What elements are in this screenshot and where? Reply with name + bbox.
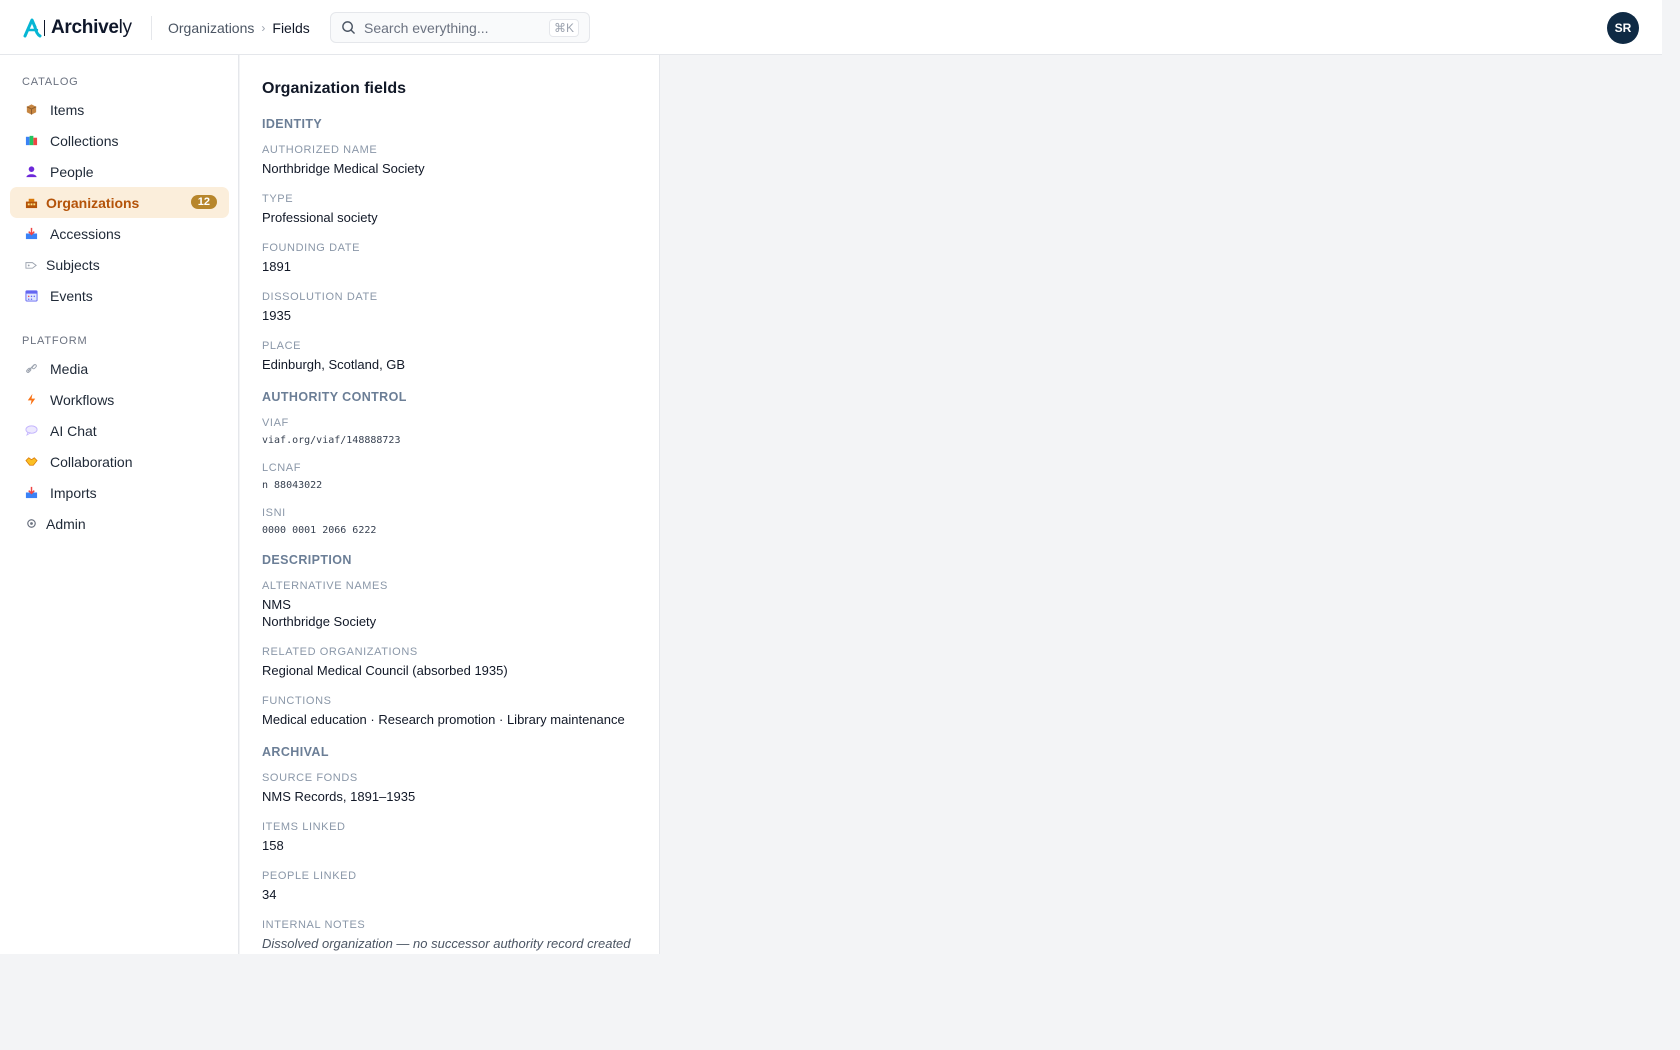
field-value-related-organizations: Regional Medical Council (absorbed 1935): [262, 663, 508, 678]
field-label-place: PLACE: [262, 340, 302, 352]
person-icon: [24, 165, 38, 179]
sidebar-item-label: Items: [50, 101, 85, 118]
field-label-founding-date: FOUNDING DATE: [262, 242, 361, 254]
field-label-alternative-names: ALTERNATIVE NAMES: [262, 580, 388, 592]
field-label-functions: FUNCTIONS: [262, 695, 332, 707]
sidebar-item-events[interactable]: Events: [10, 280, 229, 311]
field-label-items-linked: ITEMS LINKED: [262, 821, 346, 833]
building-icon: [24, 196, 38, 210]
panel-title: Organization fields: [262, 80, 407, 97]
inbox-tray-icon: [24, 486, 38, 500]
field-value-founding-date: 1891: [262, 259, 291, 274]
field-value-functions: Medical education · Research promotion ·…: [262, 712, 625, 727]
tag-icon: [24, 258, 38, 272]
field-label-internal-notes: INTERNAL NOTES: [262, 919, 366, 931]
field-value-source-fonds: NMS Records, 1891–1935: [262, 789, 416, 804]
field-label-viaf: VIAF: [262, 417, 289, 429]
sidebar-item-subjects[interactable]: Subjects: [10, 249, 229, 280]
field-value-type: Professional society: [262, 210, 378, 225]
books-icon: [24, 134, 38, 148]
sidebar-item-label: Accessions: [50, 225, 121, 242]
package-icon: [24, 103, 38, 117]
organization-fields-panel: Organization fields IDENTITY AUTHORIZED …: [240, 55, 660, 954]
field-value-dissolution-date: 1935: [262, 308, 291, 323]
section-archival-title: ARCHIVAL: [262, 745, 329, 759]
bolt-icon: [24, 393, 38, 407]
field-label-lcnaf: LCNAF: [262, 462, 302, 474]
organizations-count-badge: 12: [190, 195, 217, 209]
sidebar-item-label: Collaboration: [50, 453, 133, 470]
field-value-people-linked: 34: [262, 887, 277, 902]
user-avatar[interactable]: SR: [1607, 12, 1639, 44]
brand-logo[interactable]: Archively: [22, 16, 132, 40]
search-shortcut-hint: ⌘K: [548, 18, 579, 37]
logo-divider: [44, 20, 45, 36]
search-icon: [342, 21, 355, 34]
breadcrumb: Organizations › Fields: [168, 20, 310, 36]
inbox-icon: [24, 227, 38, 241]
sidebar-item-label: Workflows: [50, 391, 115, 408]
sidebar-item-media[interactable]: Media: [10, 353, 229, 384]
field-label-dissolution-date: DISSOLUTION DATE: [262, 291, 378, 303]
sidebar-section-catalog: CATALOG: [22, 76, 79, 88]
field-label-type: TYPE: [262, 193, 294, 205]
breadcrumb-separator: ›: [261, 21, 266, 35]
sidebar-item-ai-chat[interactable]: AI Chat: [10, 415, 229, 446]
sidebar-item-imports[interactable]: Imports: [10, 477, 229, 508]
sidebar-item-label: Collections: [50, 132, 119, 149]
section-description-title: DESCRIPTION: [262, 553, 352, 567]
search-input[interactable]: [364, 19, 549, 36]
brand-name-bold: Archive: [51, 17, 119, 38]
field-label-isni: ISNI: [262, 507, 286, 519]
page-background: [0, 954, 1680, 1050]
sidebar-item-label: Admin: [46, 515, 86, 532]
sidebar-item-label: Organizations: [46, 194, 140, 211]
sidebar-item-organizations[interactable]: Organizations 12: [10, 187, 229, 218]
archively-logo-icon: [23, 18, 42, 38]
sidebar-item-accessions[interactable]: Accessions: [10, 218, 229, 249]
sidebar-item-label: AI Chat: [50, 422, 97, 439]
field-value-isni: 0000 0001 2066 6222: [262, 525, 377, 536]
field-value-alternative-name: Northbridge Society: [262, 614, 377, 629]
sidebar-item-items[interactable]: Items: [10, 94, 229, 125]
brand-name: Archively: [51, 17, 132, 39]
breadcrumb-organizations-link[interactable]: Organizations: [168, 20, 254, 36]
brand-name-suffix: ly: [118, 17, 132, 38]
sidebar-item-admin[interactable]: Admin: [10, 508, 229, 539]
field-value-alternative-name: NMS: [262, 597, 291, 612]
sidebar-item-collaboration[interactable]: Collaboration: [10, 446, 229, 477]
speech-bubble-icon: [24, 424, 38, 438]
field-value-place: Edinburgh, Scotland, GB: [262, 357, 406, 372]
sidebar-section-platform: PLATFORM: [22, 335, 88, 347]
handshake-icon: [24, 455, 38, 469]
sidebar-item-label: Subjects: [46, 256, 100, 273]
sidebar-item-label: Media: [50, 360, 89, 377]
field-value-lcnaf: n 88043022: [262, 480, 323, 491]
sidebar-item-label: Imports: [50, 484, 97, 501]
sidebar: CATALOG Items Collections People Organiz…: [0, 55, 239, 954]
field-label-source-fonds: SOURCE FONDS: [262, 772, 358, 784]
top-bar: Archively Organizations › Fields ⌘K SR: [0, 0, 1662, 55]
field-label-authorized-name: AUTHORIZED NAME: [262, 144, 378, 156]
section-identity-title: IDENTITY: [262, 117, 323, 131]
gear-icon: [24, 517, 38, 531]
global-search[interactable]: ⌘K: [330, 12, 590, 43]
field-value-items-linked: 158: [262, 838, 284, 853]
sidebar-item-label: People: [50, 163, 94, 180]
field-value-viaf: viaf.org/viaf/148888723: [262, 435, 401, 446]
link-icon: [24, 362, 38, 376]
field-value-authorized-name: Northbridge Medical Society: [262, 161, 425, 176]
header-divider: [151, 16, 152, 40]
sidebar-item-workflows[interactable]: Workflows: [10, 384, 229, 415]
field-label-related-organizations: RELATED ORGANIZATIONS: [262, 646, 418, 658]
field-value-internal-notes: Dissolved organization — no successor au…: [262, 936, 631, 951]
calendar-icon: [24, 289, 38, 303]
sidebar-item-people[interactable]: People: [10, 156, 229, 187]
sidebar-item-collections[interactable]: Collections: [10, 125, 229, 156]
sidebar-item-label: Events: [50, 287, 93, 304]
breadcrumb-current: Fields: [272, 20, 310, 36]
field-label-people-linked: PEOPLE LINKED: [262, 870, 357, 882]
section-authority-title: AUTHORITY CONTROL: [262, 390, 407, 404]
